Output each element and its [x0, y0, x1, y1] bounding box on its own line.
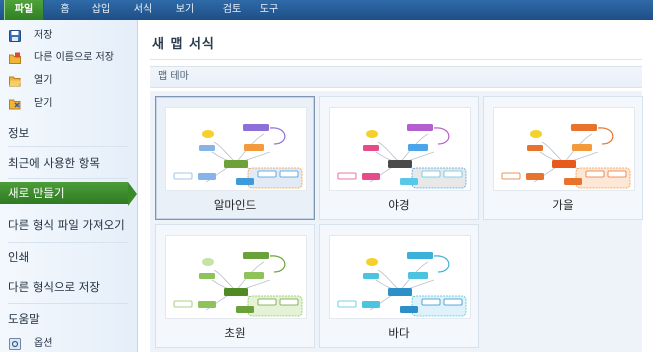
mindmap-thumbnail — [165, 107, 307, 191]
mindmap-thumbnail — [493, 107, 635, 191]
theme-card[interactable]: 알마인드 — [155, 96, 315, 220]
sidebar-divider — [8, 146, 128, 147]
sidebar-divider — [8, 178, 128, 179]
tab-format[interactable]: 서식 — [124, 0, 162, 20]
sidebar-divider — [8, 303, 128, 304]
save-as-icon — [9, 52, 21, 64]
ribbon-tab-bar: 파일 홈 삽입 서식 보기 검토 도구 — [0, 0, 653, 20]
tab-home[interactable]: 홈 — [50, 0, 80, 20]
sidebar-item-export[interactable]: 다른 형식으로 저장 — [0, 276, 137, 298]
sidebar-item-options[interactable]: 옵션 — [0, 335, 137, 353]
sidebar-item-help[interactable]: 도움말 — [0, 308, 137, 330]
tab-review[interactable]: 검토 — [212, 0, 252, 20]
tab-file[interactable]: 파일 — [4, 0, 44, 20]
sidebar-item-save[interactable]: 저장 — [0, 27, 137, 45]
theme-card[interactable]: 야경 — [319, 96, 479, 220]
sidebar-item-close[interactable]: 닫기 — [0, 95, 137, 113]
page-title: 새 맵 서식 — [152, 37, 215, 52]
sidebar-item-open[interactable]: 열기 — [0, 72, 137, 90]
tab-tools[interactable]: 도구 — [252, 0, 286, 20]
sidebar-item-new[interactable]: 새로 만들기 — [0, 182, 137, 206]
save-icon — [9, 30, 21, 42]
mindmap-thumbnail — [329, 107, 471, 191]
theme-card[interactable]: 바다 — [319, 224, 479, 348]
sidebar-item-print[interactable]: 인쇄 — [0, 246, 137, 268]
close-folder-icon — [9, 99, 21, 110]
theme-card[interactable]: 초원 — [155, 224, 315, 348]
theme-gallery: 알마인드 야경 가을 초원 바다 — [150, 91, 643, 352]
mindmap-thumbnail — [329, 235, 471, 319]
title-divider — [150, 59, 642, 60]
section-header: 맵 테마 — [150, 66, 642, 88]
tab-insert[interactable]: 삽입 — [84, 0, 118, 20]
open-folder-icon — [9, 76, 21, 87]
sidebar-item-info[interactable]: 정보 — [0, 122, 137, 144]
sidebar-item-recent[interactable]: 최근에 사용한 항목 — [0, 152, 137, 174]
new-map-panel: 새 맵 서식 맵 테마 알마인드 야경 가을 초원 바다 — [138, 20, 653, 352]
selected-arrow-icon — [128, 182, 137, 206]
sidebar-divider — [8, 242, 128, 243]
sidebar-item-import[interactable]: 다른 형식 파일 가져오기 — [0, 214, 137, 236]
tab-view[interactable]: 보기 — [166, 0, 204, 20]
options-icon — [9, 338, 21, 350]
sidebar-item-save-as[interactable]: 다른 이름으로 저장 — [0, 49, 137, 67]
mindmap-thumbnail — [165, 235, 307, 319]
backstage-sidebar: 저장 다른 이름으로 저장 열기 닫기 정보 최근에 사용한 항목 새로 만들기… — [0, 20, 138, 352]
theme-card[interactable]: 가을 — [483, 96, 643, 220]
